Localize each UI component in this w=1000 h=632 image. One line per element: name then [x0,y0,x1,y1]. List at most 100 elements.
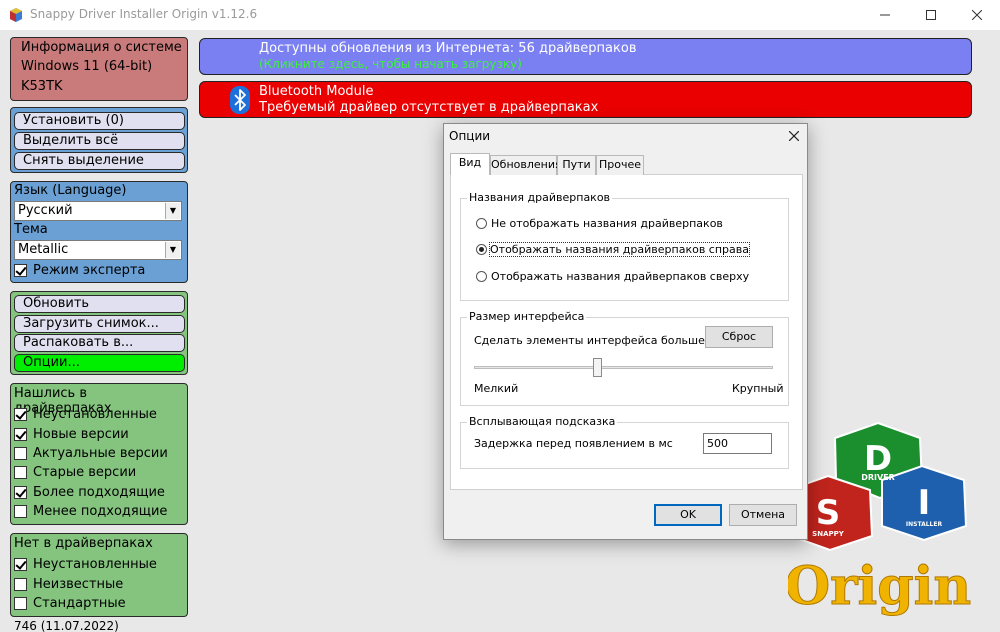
system-info-heading: Информация о системе [21,40,182,55]
chevron-down-icon: ▼ [165,203,180,219]
select-all-button[interactable]: Выделить всё [14,132,185,150]
install-button[interactable]: Установить (0) [14,112,185,130]
driverpack-names-label: Названия драйверпаков [467,191,613,204]
checkbox-unchecked-icon[interactable] [14,596,27,610]
radio-hide-names[interactable] [476,218,487,229]
interface-size-label: Размер интерфейса [467,310,587,323]
window-title: Snappy Driver Installer Origin v1.12.6 [30,7,258,21]
expert-mode-checkbox[interactable]: Режим эксперта [14,261,145,279]
deselect-button[interactable]: Снять выделение [14,152,185,170]
options-dialog: Опции Вид Обновления Пути Прочее Названи… [443,123,808,540]
filter-label: Стандартные [33,595,126,611]
refresh-button[interactable]: Обновить [14,295,185,313]
filter-unknown[interactable]: Неизвестные [14,575,123,593]
logo-word-installer: INSTALLER [906,521,943,528]
radio-names-top-label[interactable]: Отображать названия драйверпаков сверху [491,270,749,283]
language-label: Язык (Language) [14,183,127,198]
filter-label: Новые версии [33,426,129,442]
logo-brand-origin: Origin [788,556,971,617]
minimize-button[interactable] [862,0,908,30]
logo-word-driver: DRIVER [861,473,895,482]
close-icon [972,10,982,20]
update-banner[interactable]: Доступны обновления из Интернета: 56 дра… [199,38,972,75]
filter-label: Неустановленные [33,406,157,422]
tab-updates[interactable]: Обновления [490,155,562,175]
filter-current-versions[interactable]: Актуальные версии [14,444,168,462]
interface-size-description: Сделать элементы интерфейса больше или м… [474,334,706,347]
filter-new-versions[interactable]: Новые версии [14,425,129,443]
ok-button[interactable]: OK [654,504,722,526]
update-banner-link[interactable]: (Кликните здесь, чтобы начать загрузку) [259,57,522,71]
language-value: Русский [18,203,73,218]
chevron-down-icon: ▼ [165,242,180,258]
tooltip-delay-label: Задержка перед появлением в мс [474,437,673,450]
filter-label: Менее подходящие [33,503,168,519]
missing-filters-panel: Нет в драйверпаках Неустановленные Неизв… [10,533,188,617]
radio-hide-names-label[interactable]: Не отображать названия драйверпаков [491,217,723,230]
logo-letter-i: I [918,483,931,523]
radio-names-right-label[interactable]: Отображать названия драйверпаков справа [489,242,750,257]
checkbox-unchecked-icon[interactable] [14,504,27,518]
logo-word-snappy: SNAPPY [812,530,845,538]
filter-standard[interactable]: Стандартные [14,594,126,612]
tooltip-delay-input[interactable] [703,433,772,454]
dialog-title: Опции [449,129,491,143]
close-window-button[interactable] [954,0,1000,30]
size-min-label: Мелкий [474,382,519,395]
radio-names-right[interactable] [476,244,487,255]
os-version: Windows 11 (64-bit) [21,59,153,74]
actions-panel: Установить (0) Выделить всё Снять выделе… [10,107,188,173]
dialog-close-button[interactable] [782,125,806,147]
logo-letter-s: S [816,493,841,533]
filter-label: Старые версии [33,464,137,480]
tab-paths[interactable]: Пути [557,155,596,175]
settings-panel: Язык (Language) Русский ▼ Тема Metallic … [10,181,188,283]
size-slider-thumb[interactable] [592,358,602,377]
minimize-icon [880,14,890,16]
checkbox-checked-icon[interactable] [14,407,27,421]
checkbox-checked-icon[interactable] [14,263,27,277]
size-slider-track[interactable] [474,366,773,369]
close-icon [789,131,799,141]
load-snapshot-button[interactable]: Загрузить снимок... [14,315,185,333]
app-icon [10,8,22,22]
checkbox-checked-icon[interactable] [14,557,27,571]
filter-better-match[interactable]: Более подходящие [14,483,165,501]
checkbox-unchecked-icon[interactable] [14,465,27,479]
bluetooth-driver-banner[interactable]: Bluetooth Module Требуемый драйвер отсут… [199,81,972,118]
cancel-button[interactable]: Отмена [729,504,797,526]
language-select[interactable]: Русский ▼ [14,201,182,221]
filter-label: Более подходящие [33,484,165,500]
theme-select[interactable]: Metallic ▼ [14,240,182,260]
maximize-button[interactable] [908,0,954,30]
checkbox-unchecked-icon[interactable] [14,577,27,591]
filter-worse-match[interactable]: Менее подходящие [14,502,167,520]
checkbox-checked-icon[interactable] [14,427,27,441]
radio-names-top[interactable] [476,271,487,282]
theme-value: Metallic [18,242,69,257]
sdi-origin-logo: D DRIVER S SNAPPY I INSTALLER Origin [788,421,972,618]
checkbox-unchecked-icon[interactable] [14,446,27,460]
system-info-panel[interactable]: Информация о системе Windows 11 (64-bit)… [10,37,188,101]
extract-button[interactable]: Распаковать в... [14,334,185,352]
filter-label: Неизвестные [33,576,124,592]
filter-not-installed[interactable]: Неустановленные [14,405,157,423]
window-title-bar[interactable]: Snappy Driver Installer Origin v1.12.6 [0,0,1000,30]
filter-label: Неустановленные [33,556,157,572]
maximize-icon [926,10,936,20]
tools-panel: Обновить Загрузить снимок... Распаковать… [10,291,188,375]
options-button[interactable]: Опции... [14,354,185,372]
filter-missing-not-installed[interactable]: Неустановленные [14,555,157,573]
filter-old-versions[interactable]: Старые версии [14,463,136,481]
bluetooth-banner-subtitle: Требуемый драйвер отсутствует в драйверп… [259,100,599,115]
filter-label: Актуальные версии [33,445,168,461]
bluetooth-banner-title: Bluetooth Module [259,84,374,99]
update-banner-title: Доступны обновления из Интернета: 56 дра… [259,41,637,56]
tab-view[interactable]: Вид [450,153,490,175]
bluetooth-icon [230,86,250,114]
reset-size-button[interactable]: Сброс [705,326,773,348]
theme-label: Тема [14,222,48,237]
checkbox-checked-icon[interactable] [14,485,27,499]
tab-misc[interactable]: Прочее [596,155,644,175]
missing-filters-heading: Нет в драйверпаках [14,536,153,551]
